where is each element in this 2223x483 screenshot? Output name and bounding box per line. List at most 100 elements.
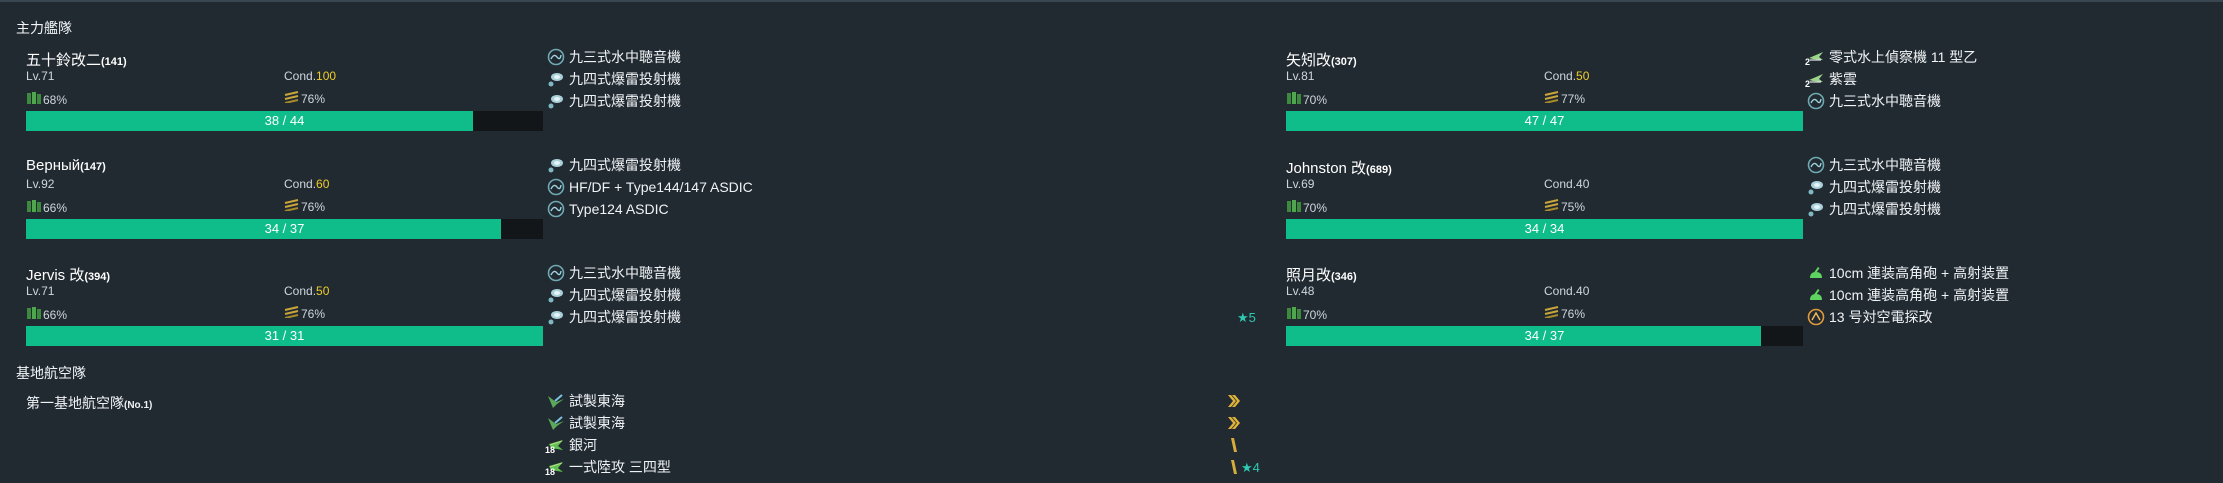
seaplane-recon-icon: 2 — [1805, 48, 1825, 67]
sonar-icon — [1807, 156, 1825, 174]
ship-level: Lv.48 — [1286, 284, 1315, 298]
plane-name: 試製東海 — [569, 393, 625, 409]
hp-bar: 34 / 34 — [1286, 219, 1803, 239]
land-base-plane-list: 試製東海 試製東海 18 銀河 18 一式陸攻 三四型 — [545, 390, 671, 478]
land-base-name[interactable]: 第一基地航空隊(No.1) — [26, 393, 152, 413]
ship-card[interactable]: 五十鈴改二(141) Lv.71 Cond.100 68% 76% 38 / 44 — [26, 49, 546, 139]
equipment-name: 九三式水中聴音機 — [1829, 157, 1941, 173]
plane-count-badge: 18 — [545, 467, 556, 477]
ship-id: (394) — [84, 271, 111, 283]
equipment-name: 九四式爆雷投射機 — [1829, 179, 1941, 195]
ammo-stat: 77% — [1544, 91, 1585, 106]
equipment-slot[interactable]: 九四式爆雷投射機 — [547, 90, 681, 112]
equipment-name: 零式水上偵察機 11 型乙 — [1829, 49, 1978, 65]
equipment-slot[interactable]: 九三式水中聴音機 — [1807, 90, 1977, 112]
equipment-slot[interactable]: 10cm 連装高角砲 + 高射装置 — [1807, 262, 2009, 284]
depth-charge-icon — [547, 156, 565, 174]
ship-card[interactable]: Jervis 改(394) Lv.71 Cond.50 66% 76% 31 / 31 — [26, 264, 546, 354]
land-base-name-text: 第一基地航空隊 — [26, 395, 124, 411]
fuel-value: 70% — [1303, 307, 1328, 322]
equipment-slot[interactable]: 九四式爆雷投射機 — [547, 284, 681, 306]
fuel-stat: 70% — [1286, 91, 1327, 108]
fuel-stat: 66% — [26, 199, 67, 216]
plane-name: 一式陸攻 三四型 — [569, 459, 671, 475]
ship-condition: Cond.50 — [284, 284, 329, 298]
equipment-list: 10cm 連装高角砲 + 高射装置 10cm 連装高角砲 + 高射装置 13 号対空… — [1807, 262, 2009, 328]
ship-card[interactable]: Johnston 改(689) Lv.69 Cond.40 70% 75% 34 / 34 — [1286, 157, 1806, 247]
equipment-slot[interactable]: 九三式水中聴音機 — [547, 46, 681, 68]
equipment-slot[interactable]: 2 紫雲 — [1805, 68, 1977, 90]
fuel-icon — [1286, 199, 1302, 216]
ship-level: Lv.92 — [26, 177, 55, 191]
proficiency-max-icon — [1227, 415, 1241, 431]
improvement-star: ★4 — [1241, 460, 1260, 475]
ship-name: 矢矧改(307) — [1286, 49, 1357, 70]
equipment-name: 13 号対空電探改 — [1829, 309, 1933, 325]
ship-name-text: Johnston 改 — [1286, 160, 1367, 177]
cond-value: 50 — [1576, 69, 1590, 83]
ship-card[interactable]: 照月改(346) Lv.48 Cond.40 70% 76% 34 / 37 — [1286, 264, 1806, 354]
cond-value: 100 — [316, 69, 337, 83]
high-angle-gun-icon — [1807, 264, 1825, 282]
land-base-plane-slot[interactable]: 試製東海 — [547, 390, 671, 412]
land-base-id: (No.1) — [124, 400, 153, 411]
fuel-value: 70% — [1303, 200, 1328, 215]
equipment-slot[interactable]: 九四式爆雷投射機 — [1807, 176, 1941, 198]
ship-id: (147) — [80, 161, 106, 173]
fuel-icon — [26, 199, 42, 216]
fuel-value: 68% — [43, 92, 68, 107]
equipment-slot[interactable]: 九四式爆雷投射機 — [547, 154, 753, 176]
proficiency-max-icon — [1227, 393, 1241, 409]
land-base-plane-slot[interactable]: 18 銀河 — [545, 434, 671, 456]
fuel-stat: 70% — [1286, 199, 1327, 216]
equipment-name: 九三式水中聴音機 — [569, 265, 681, 281]
equipment-slot[interactable]: 九四式爆雷投射機 — [1807, 198, 1941, 220]
hp-text: 34 / 37 — [1524, 328, 1565, 343]
equipment-name: HF/DF + Type144/147 ASDIC — [569, 179, 753, 195]
depth-charge-icon — [547, 92, 565, 110]
sonar-icon — [547, 178, 565, 196]
equipment-slot[interactable]: 九三式水中聴音機 — [547, 262, 681, 284]
cond-label: Cond. — [284, 284, 317, 298]
hp-bar: 31 / 31 — [26, 326, 543, 346]
equipment-name: 九四式爆雷投射機 — [1829, 201, 1941, 217]
high-angle-gun-icon — [1807, 286, 1825, 304]
equipment-name: 10cm 連装高角砲 + 高射装置 — [1829, 287, 2010, 303]
equipment-name: 紫雲 — [1829, 71, 1857, 87]
land-base-plane-slot[interactable]: 試製東海 — [547, 412, 671, 434]
equipment-list: 2 零式水上偵察機 11 型乙 2 紫雲 九三式水中聴音機 — [1805, 46, 1978, 112]
ammo-stat: 76% — [284, 199, 325, 214]
equipment-slot[interactable]: 九三式水中聴音機 — [1807, 154, 1941, 176]
cond-value: 40 — [1576, 284, 1590, 298]
equipment-slot[interactable]: 13 号対空電探改 — [1807, 306, 2009, 328]
ship-card[interactable]: Верный(147) Lv.92 Cond.60 66% 76% 34 / 37 — [26, 157, 546, 247]
ship-id: (346) — [1331, 271, 1357, 283]
plane-name: 試製東海 — [569, 415, 625, 431]
slot-count-badge: 2 — [1805, 79, 1811, 89]
equipment-slot[interactable]: 九四式爆雷投射機 — [547, 306, 681, 328]
land-base-title: 基地航空隊 — [16, 365, 86, 381]
equipment-name: 九四式爆雷投射機 — [569, 71, 681, 87]
ship-name-text: Верный — [26, 157, 81, 174]
hp-text: 38 / 44 — [264, 113, 305, 128]
cond-label: Cond. — [1544, 284, 1577, 298]
ship-card[interactable]: 矢矧改(307) Lv.81 Cond.50 70% 77% 47 / 47 — [1286, 49, 1806, 139]
fuel-stat: 66% — [26, 306, 67, 323]
main-fleet-title: 主力艦隊 — [16, 20, 72, 36]
equipment-slot[interactable]: HF/DF + Type144/147 ASDIC — [547, 176, 753, 198]
equipment-name: 九四式爆雷投射機 — [569, 157, 681, 173]
land-base-plane-slot[interactable]: 18 一式陸攻 三四型 — [545, 456, 671, 478]
equipment-slot[interactable]: 九四式爆雷投射機 — [547, 68, 681, 90]
ammo-icon — [1544, 199, 1560, 214]
equipment-slot[interactable]: 2 零式水上偵察機 11 型乙 — [1805, 46, 1978, 68]
equipment-slot[interactable]: 10cm 連装高角砲 + 高射装置 — [1807, 284, 2009, 306]
land-bomber-icon: 18 — [545, 436, 565, 455]
hp-text: 34 / 34 — [1524, 221, 1565, 236]
ship-condition: Cond.40 — [1544, 177, 1589, 191]
ammo-value: 76% — [301, 199, 326, 214]
ship-condition: Cond.100 — [284, 69, 336, 83]
equipment-name: 九四式爆雷投射機 — [569, 93, 681, 109]
equipment-slot[interactable]: Type124 ASDIC — [547, 198, 753, 220]
depth-charge-icon — [547, 286, 565, 304]
ammo-value: 77% — [1561, 91, 1586, 106]
